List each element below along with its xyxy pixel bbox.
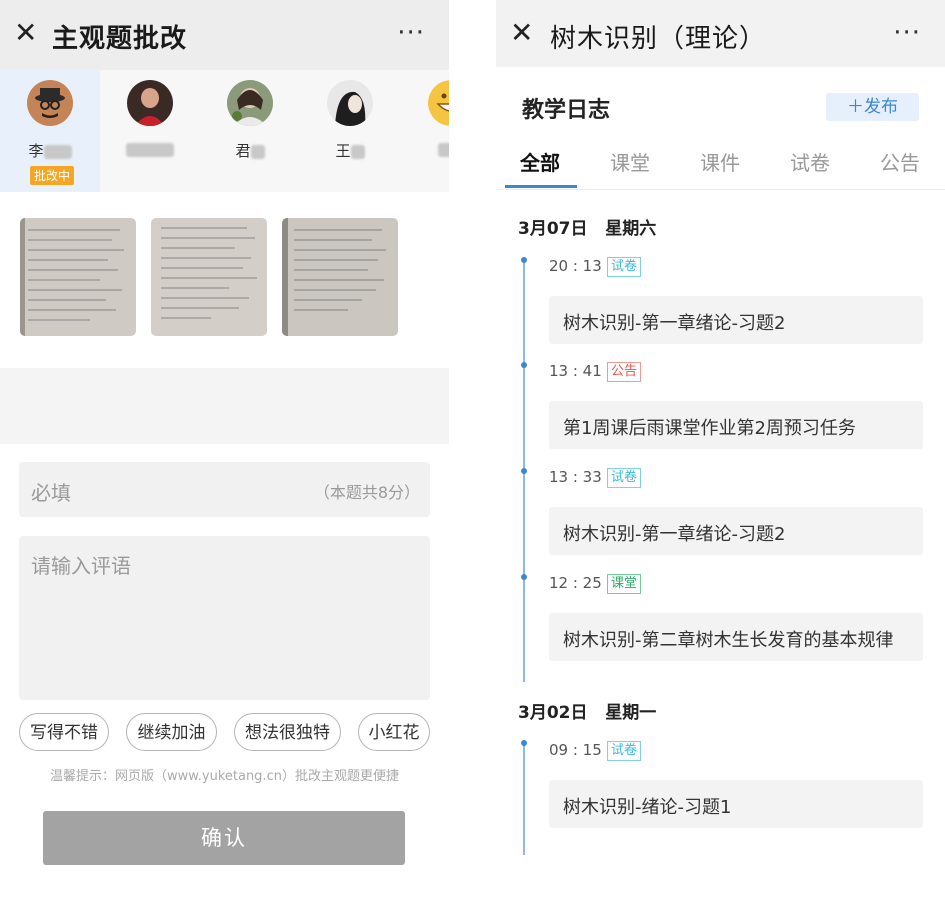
entry-title: 树木识别-第二章树木生长发育的基本规律	[563, 630, 894, 651]
student-item[interactable]: 王	[300, 70, 400, 192]
avatar	[327, 80, 373, 126]
log-entry[interactable]: 树木识别-第二章树木生长发育的基本规律	[549, 613, 923, 661]
section-title: 教学日志	[522, 98, 611, 123]
log-entry[interactable]: 树木识别-绪论-习题1	[549, 780, 923, 828]
tab-notice[interactable]: 公告	[880, 147, 920, 176]
more-icon[interactable]: ···	[893, 18, 921, 48]
divider-band	[0, 368, 449, 444]
timeline-dot	[521, 468, 527, 474]
avatar	[428, 80, 449, 126]
confirm-button[interactable]: 确认	[43, 811, 405, 865]
close-icon[interactable]: ✕	[14, 19, 40, 47]
entry-title: 第1周课后雨课堂作业第2周预习任务	[563, 418, 856, 439]
tab-courseware[interactable]: 课件	[700, 147, 740, 176]
date-header: 3月02日 星期一	[518, 703, 657, 723]
student-item[interactable]	[100, 70, 200, 192]
more-icon[interactable]: ···	[397, 18, 425, 48]
avatar	[127, 80, 173, 126]
entry-time: 09 : 15	[549, 741, 602, 759]
answer-image[interactable]	[20, 218, 136, 336]
tab-indicator	[505, 185, 577, 188]
entry-title: 树木识别-绪论-习题1	[563, 797, 732, 818]
close-icon[interactable]: ✕	[510, 19, 536, 47]
quick-comment-chip[interactable]: 小红花	[358, 713, 430, 751]
student-name	[400, 140, 449, 158]
score-hint: （本题共8分）	[313, 483, 420, 502]
answer-image[interactable]	[282, 218, 398, 336]
tip-text: 温馨提示：网页版（www.yuketang.cn）批改主观题更便捷	[50, 769, 399, 784]
tab-bar: 全部 课堂 课件 试卷 公告	[496, 145, 945, 190]
avatar	[27, 80, 73, 126]
timeline-line	[523, 745, 525, 855]
quick-comment-chip[interactable]: 想法很独特	[234, 713, 341, 751]
comment-placeholder: 请输入评语	[31, 554, 131, 578]
publish-button[interactable]: ＋发布	[826, 93, 919, 121]
comment-textarea[interactable]: 请输入评语	[19, 536, 430, 700]
entry-time: 13 : 33	[549, 468, 602, 486]
student-name: 李	[0, 140, 100, 161]
log-entry[interactable]: 树木识别-第一章绪论-习题2	[549, 296, 923, 344]
teaching-log-panel: ✕ 树木识别（理论） ··· 教学日志 ＋发布 全部 课堂 课件 试卷 公告 3…	[496, 0, 945, 900]
tab-class[interactable]: 课堂	[610, 147, 650, 176]
timeline-dot	[521, 740, 527, 746]
grading-panel: ✕ 主观题批改 ··· 李 批改中 君 王 必填 （本题共8分） 请输入评语 写…	[0, 0, 449, 900]
date-header: 3月07日 星期六	[518, 219, 657, 239]
log-entry[interactable]: 第1周课后雨课堂作业第2周预习任务	[549, 401, 923, 449]
student-item[interactable]	[400, 70, 449, 192]
page-title: 主观题批改	[52, 24, 188, 54]
quick-comment-chip[interactable]: 继续加油	[126, 713, 217, 751]
tab-all[interactable]: 全部	[520, 147, 560, 176]
nav-bar: ✕ 树木识别（理论） ···	[496, 0, 945, 67]
timeline-dot	[521, 362, 527, 368]
entry-tag: 试卷	[607, 257, 642, 277]
avatar	[227, 80, 273, 126]
entry-title: 树木识别-第一章绪论-习题2	[563, 524, 786, 545]
student-strip[interactable]: 李 批改中 君 王	[0, 70, 449, 192]
student-name: 王	[300, 140, 400, 161]
score-input[interactable]: 必填 （本题共8分）	[19, 462, 430, 517]
page-title: 树木识别（理论）	[550, 24, 767, 54]
student-name	[100, 140, 200, 158]
status-badge: 批改中	[30, 166, 75, 185]
score-placeholder: 必填	[31, 481, 71, 505]
entry-time: 12 : 25	[549, 574, 602, 592]
entry-tag: 试卷	[607, 741, 642, 761]
entry-time: 13 : 41	[549, 362, 602, 380]
entry-tag: 试卷	[607, 468, 642, 488]
tab-exam[interactable]: 试卷	[790, 147, 830, 176]
nav-bar: ✕ 主观题批改 ···	[0, 0, 449, 70]
entry-tag: 公告	[607, 362, 642, 382]
timeline-dot	[521, 257, 527, 263]
student-item[interactable]: 君	[200, 70, 300, 192]
timeline-dot	[521, 574, 527, 580]
entry-title: 树木识别-第一章绪论-习题2	[563, 313, 786, 334]
log-entry[interactable]: 树木识别-第一章绪论-习题2	[549, 507, 923, 555]
entry-time: 20 : 13	[549, 257, 602, 275]
entry-tag: 课堂	[607, 574, 642, 594]
answer-image[interactable]	[151, 218, 267, 336]
student-item[interactable]: 李 批改中	[0, 70, 100, 192]
quick-comment-chip[interactable]: 写得不错	[19, 713, 109, 751]
student-name: 君	[200, 140, 300, 161]
